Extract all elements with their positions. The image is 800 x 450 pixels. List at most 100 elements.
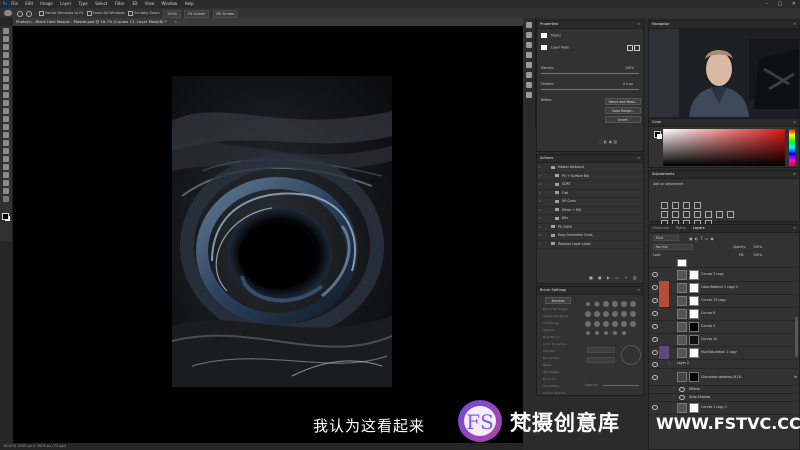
new-action-icon[interactable]: + — [624, 275, 629, 280]
layer-row[interactable]: Curves 8 — [649, 307, 800, 321]
brush-option[interactable]: Scattering — [543, 320, 579, 327]
brush-option[interactable]: Brush Pose — [543, 355, 579, 362]
history-brush-tool-icon[interactable] — [3, 108, 9, 114]
dodge-tool-icon[interactable] — [3, 140, 9, 146]
tab-paths[interactable]: Paths — [676, 226, 686, 230]
menu-filter[interactable]: Filter — [115, 0, 125, 8]
layer-group-row[interactable]: › Layer 2 — [649, 359, 800, 369]
healing-brush-tool-icon[interactable] — [3, 84, 9, 90]
color-field[interactable] — [663, 129, 785, 166]
hue-slider[interactable] — [789, 129, 795, 166]
action-item[interactable]: ✓ SORT — [537, 181, 643, 190]
layer-row[interactable]: Curves 10 — [649, 333, 800, 347]
visibility-eye-icon[interactable] — [652, 362, 658, 367]
layer-row[interactable]: Color Balance 1 copy 4 — [649, 281, 800, 295]
resize-windows-checkbox[interactable]: Resize Windows to Fit — [39, 10, 83, 16]
menu-3d[interactable]: 3D — [132, 0, 138, 8]
zoom-in-icon[interactable] — [17, 11, 24, 17]
menu-help[interactable]: Help — [185, 0, 194, 8]
frame-tool-icon[interactable] — [3, 68, 9, 74]
menu-select[interactable]: Select — [95, 0, 107, 8]
brush-option[interactable]: Protect Texture — [543, 390, 579, 397]
visibility-eye-icon[interactable] — [679, 395, 685, 400]
visibility-eye-icon[interactable] — [679, 387, 685, 392]
zoom-tool-icon[interactable] — [4, 10, 12, 16]
color-range-button[interactable]: Color Range... — [605, 107, 641, 114]
action-item[interactable]: ✓ PS CMYK — [537, 224, 643, 232]
visibility-eye-icon[interactable] — [652, 324, 658, 329]
menu-image[interactable]: Image — [40, 0, 53, 8]
stop-icon[interactable]: ■ — [589, 275, 595, 280]
brush-option[interactable]: Texture — [543, 327, 579, 334]
group-chevron-icon[interactable]: › — [669, 359, 670, 368]
scrubby-zoom-checkbox[interactable]: Scrubby Zoom — [128, 10, 160, 16]
brush-option[interactable]: Transfer — [543, 348, 579, 355]
path-select-tool-icon[interactable] — [3, 164, 9, 170]
menu-view[interactable]: View — [145, 0, 155, 8]
density-value[interactable]: 100% — [625, 66, 634, 70]
brush-option[interactable]: Build-up — [543, 376, 579, 383]
layer-row[interactable]: Hue/Saturation 1 copy — [649, 346, 800, 360]
pen-tool-icon[interactable] — [3, 148, 9, 154]
visibility-eye-icon[interactable] — [652, 375, 658, 380]
lasso-tool-icon[interactable] — [3, 44, 9, 50]
invert-button[interactable]: Invert — [605, 116, 641, 123]
menu-type[interactable]: Type — [79, 0, 88, 8]
visibility-eye-icon[interactable] — [652, 311, 658, 316]
brush-angle-field[interactable] — [587, 347, 615, 353]
action-item[interactable]: ✓ Easy Geometric Grids — [537, 232, 643, 241]
zoom-all-windows-checkbox[interactable]: Zoom All Windows — [86, 10, 125, 16]
menu-layer[interactable]: Layer — [60, 0, 71, 8]
layer-filter-kind[interactable]: Kind — [653, 235, 679, 241]
brush-option[interactable]: Noise — [543, 362, 579, 369]
clone-stamp-tool-icon[interactable] — [3, 100, 9, 106]
close-tab-icon[interactable]: × — [174, 19, 177, 24]
tool-presets-icon[interactable] — [526, 92, 532, 98]
visibility-eye-icon[interactable] — [652, 272, 658, 277]
gradient-tool-icon[interactable] — [3, 124, 9, 130]
load-selection-icon[interactable]: ◌ — [599, 139, 603, 144]
vector-mask-icon[interactable] — [634, 45, 640, 51]
move-tool-icon[interactable] — [3, 28, 9, 34]
brushes-button[interactable]: Brushes — [545, 297, 571, 304]
eyedropper-tool-icon[interactable] — [3, 76, 9, 82]
visibility-eye-icon[interactable] — [652, 298, 658, 303]
disable-mask-icon[interactable]: ◉ — [609, 139, 613, 144]
delete-mask-icon[interactable]: ▥ — [613, 139, 617, 144]
zoom-out-icon[interactable] — [26, 11, 33, 17]
hand-tool-icon[interactable] — [3, 180, 9, 186]
brush-option[interactable]: Smoothing — [543, 383, 579, 390]
foreground-color-swatch[interactable] — [2, 213, 9, 220]
artwork-black-hole[interactable] — [172, 76, 392, 387]
brush-icon[interactable] — [526, 62, 532, 68]
brush-tip-grid[interactable] — [583, 299, 641, 337]
type-tool-icon[interactable] — [3, 156, 9, 162]
brush-option[interactable]: Wet Edges — [543, 369, 579, 376]
zoom-tool-icon[interactable] — [3, 188, 9, 194]
eraser-tool-icon[interactable] — [3, 116, 9, 122]
action-item[interactable]: ✓ PS + Surface Bro — [537, 173, 643, 181]
record-icon[interactable]: ● — [598, 275, 604, 280]
channel-mixer-icon[interactable] — [716, 211, 723, 218]
spacing-slider[interactable] — [603, 385, 639, 386]
layer-row[interactable]: Curves 3 copy 2 — [649, 401, 800, 415]
brush-option[interactable]: Brush Tip Shape — [543, 306, 579, 313]
tab-channels[interactable]: Channels — [652, 226, 669, 230]
brush-option[interactable]: Color Dynamics — [543, 341, 579, 348]
brush-roundness-field[interactable] — [587, 357, 615, 363]
menu-window[interactable]: Window — [162, 0, 178, 8]
layer-row[interactable]: Curves 3 copy — [649, 268, 800, 282]
effects-fx-icon[interactable]: fx — [794, 369, 797, 385]
history-icon[interactable] — [526, 22, 532, 28]
apply-mask-icon[interactable]: ◐ — [604, 139, 608, 144]
fit-screen-button[interactable]: Fit Screen — [184, 10, 210, 18]
more-tools-icon[interactable] — [3, 196, 9, 202]
visibility-eye-icon[interactable] — [652, 405, 658, 410]
rectangle-tool-icon[interactable] — [3, 172, 9, 178]
minimize-icon[interactable]: – — [765, 1, 768, 7]
feather-slider[interactable] — [541, 89, 639, 90]
menu-edit[interactable]: Edit — [25, 0, 33, 8]
play-icon[interactable]: ▶ — [607, 275, 612, 280]
document-tab[interactable]: Photo(s) - Black Hole Mosaic - Master.ps… — [13, 18, 523, 26]
tab-layers[interactable]: Layers — [693, 226, 705, 230]
